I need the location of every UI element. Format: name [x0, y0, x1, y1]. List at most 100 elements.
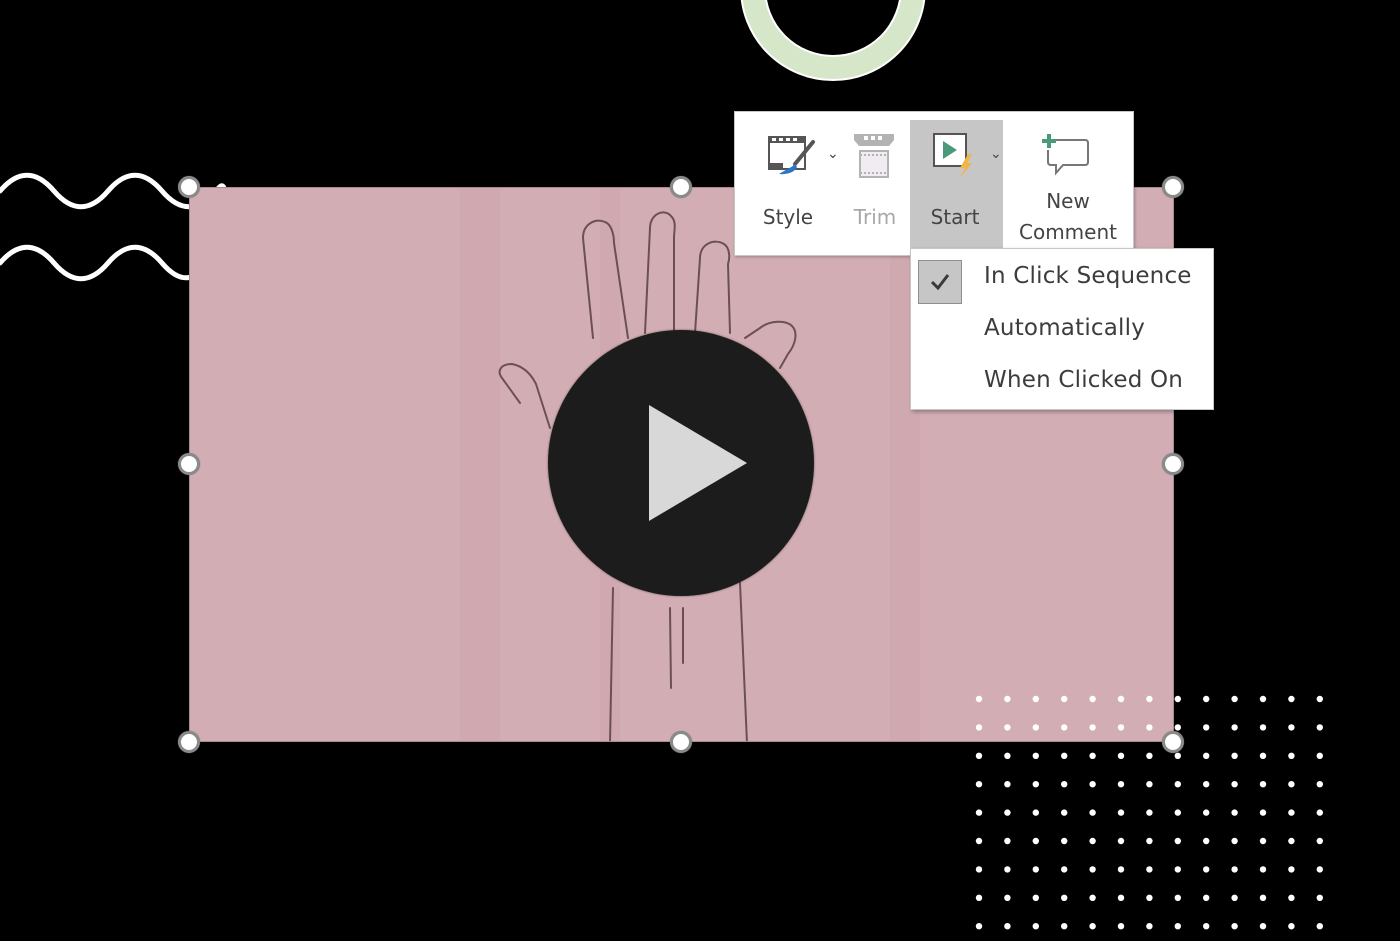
grid-dot: [1231, 837, 1238, 845]
grid-dot: [1288, 894, 1295, 901]
slide-canvas[interactable]: ⌄ Style Trim ⌄ Start New Comment In Clic…: [0, 0, 1400, 941]
grid-dot: [1174, 752, 1182, 759]
resize-handle-bottom[interactable]: [670, 731, 692, 753]
grid-dot: [975, 837, 983, 845]
grid-dot: [1259, 752, 1267, 759]
grid-dot: [975, 752, 983, 759]
grid-dot: [1032, 837, 1040, 845]
grid-dot: [1316, 752, 1324, 759]
trim-label: Trim: [853, 205, 897, 229]
grid-dot: [1089, 809, 1096, 816]
grid-dot: [1146, 837, 1153, 845]
grid-dot: [1146, 894, 1153, 901]
play-icon: [649, 405, 747, 521]
grid-dot: [1203, 894, 1210, 901]
grid-dot: [1316, 923, 1324, 930]
resize-handle-left[interactable]: [178, 453, 200, 475]
menu-item-in-click-sequence[interactable]: In Click Sequence: [911, 253, 1213, 305]
grid-dot: [1032, 809, 1040, 816]
grid-dot: [1146, 866, 1153, 873]
grid-dot: [1004, 923, 1011, 930]
selected-indicator: [918, 260, 962, 304]
grid-dot: [1231, 752, 1238, 759]
grid-dot: [1203, 752, 1210, 759]
grid-dot: [1203, 695, 1210, 703]
grid-dot: [1174, 923, 1182, 930]
grid-dot: [1288, 837, 1295, 845]
grid-dot: [1288, 781, 1295, 788]
grid-dot: [975, 809, 983, 816]
style-dropdown-chevron-icon[interactable]: ⌄: [827, 146, 839, 162]
grid-dot: [1174, 809, 1182, 816]
grid-dot: [1117, 781, 1125, 788]
grid-dot: [1203, 866, 1210, 873]
style-button[interactable]: ⌄ Style: [757, 120, 841, 250]
new-comment-button[interactable]: New Comment: [1005, 120, 1131, 250]
grid-dot: [1117, 809, 1125, 816]
grid-dot: [1146, 809, 1153, 816]
grid-dot: [1032, 894, 1040, 901]
grid-dot: [1316, 781, 1324, 788]
grid-dot: [1004, 837, 1011, 845]
grid-dot: [1061, 894, 1068, 901]
grid-dot: [1259, 809, 1267, 816]
style-label: Style: [762, 205, 814, 229]
trim-button[interactable]: Trim: [841, 120, 909, 250]
grid-dot: [1203, 724, 1210, 731]
grid-dot: [1174, 724, 1182, 731]
grid-dot: [1231, 724, 1238, 731]
ring-hole: [764, 0, 902, 57]
grid-dot: [1174, 866, 1182, 873]
grid-dot: [1259, 837, 1267, 845]
grid-dot: [1061, 866, 1068, 873]
resize-handle-bottom-right[interactable]: [1162, 731, 1184, 753]
grid-dot: [975, 781, 983, 788]
trim-video-icon: [854, 134, 894, 178]
grid-dot: [1146, 752, 1153, 759]
grid-dot: [1316, 894, 1324, 901]
grid-dot: [1004, 809, 1011, 816]
grid-dot: [1316, 866, 1324, 873]
grid-dot: [1032, 923, 1040, 930]
grid-dot: [1259, 724, 1267, 731]
resize-handle-top-left[interactable]: [178, 176, 200, 198]
play-button[interactable]: [548, 330, 814, 596]
grid-dot: [1032, 752, 1040, 759]
grid-dot: [1231, 866, 1238, 873]
grid-dot: [1174, 781, 1182, 788]
grid-dot: [1061, 752, 1068, 759]
grid-dot: [1089, 866, 1096, 873]
start-options-menu: In Click Sequence Automatically When Cli…: [910, 248, 1214, 410]
grid-dot: [1259, 781, 1267, 788]
grid-dot: [1259, 695, 1267, 703]
grid-dot: [1089, 894, 1096, 901]
grid-dot: [1004, 894, 1011, 901]
start-play-icon: [933, 133, 972, 179]
resize-handle-top[interactable]: [670, 176, 692, 198]
grid-dot: [1174, 894, 1182, 901]
start-button[interactable]: ⌄ Start: [910, 120, 1003, 250]
grid-dot: [975, 866, 983, 873]
grid-dot: [1231, 923, 1238, 930]
resize-handle-right[interactable]: [1162, 453, 1184, 475]
resize-handle-bottom-left[interactable]: [178, 731, 200, 753]
grid-dot: [975, 923, 983, 930]
grid-dot: [1231, 695, 1238, 703]
grid-dot: [1117, 837, 1125, 845]
grid-dot: [1316, 837, 1324, 845]
resize-handle-top-right[interactable]: [1162, 176, 1184, 198]
menu-item-when-clicked-on[interactable]: When Clicked On: [911, 357, 1213, 409]
grid-dot: [1288, 724, 1295, 731]
grid-dot: [1117, 752, 1125, 759]
grid-dot: [1061, 923, 1068, 930]
grid-dot: [1117, 923, 1125, 930]
start-dropdown-chevron-icon[interactable]: ⌄: [990, 146, 1002, 162]
checkmark-icon: [930, 274, 950, 291]
grid-dot: [1117, 894, 1125, 901]
grid-dot: [1089, 752, 1096, 759]
grid-dot: [1203, 781, 1210, 788]
grid-dot: [1146, 923, 1153, 930]
menu-item-automatically[interactable]: Automatically: [911, 305, 1213, 357]
grid-dot: [1061, 781, 1068, 788]
grid-dot: [1089, 781, 1096, 788]
